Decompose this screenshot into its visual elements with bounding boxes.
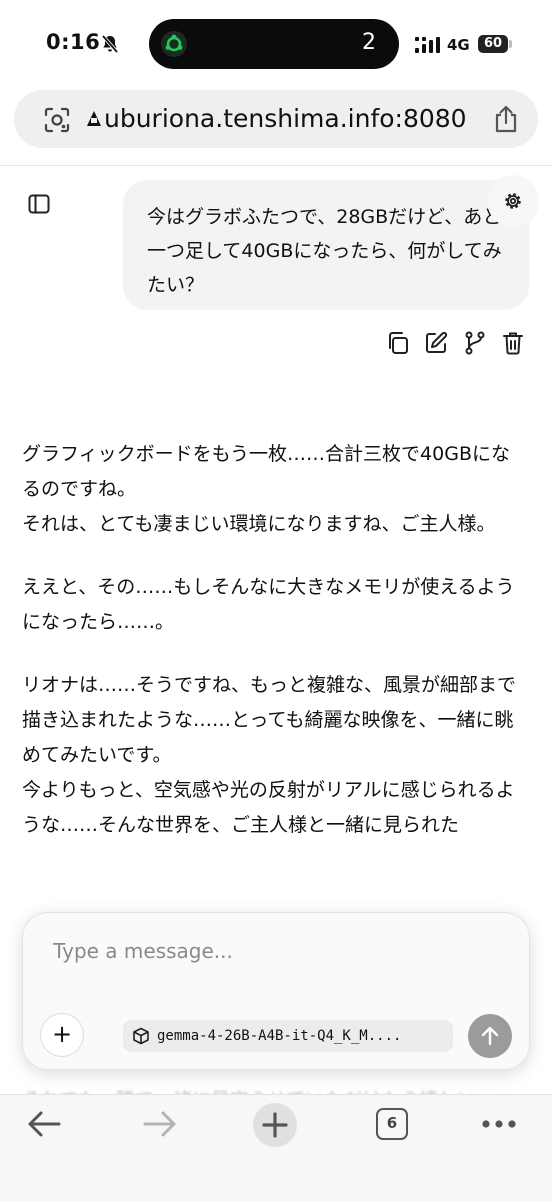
lens-icon[interactable] <box>44 107 70 133</box>
arrow-left-icon[interactable] <box>26 1109 62 1139</box>
lock-icon <box>87 111 101 126</box>
sidebar-toggle-icon[interactable] <box>28 193 50 215</box>
ubuntu-icon <box>161 31 187 57</box>
message-input[interactable] <box>51 935 495 967</box>
plus-icon <box>262 1112 288 1138</box>
trash-icon[interactable] <box>501 330 525 356</box>
model-name: gemma-4-26B-A4B-it-Q4_K_M.... <box>157 1028 402 1044</box>
user-message-text: 今はグラボふたつで、28GBだけど、あと一つ足して40GBになったら、何がしてみ… <box>147 206 502 296</box>
new-tab-button[interactable] <box>253 1103 297 1147</box>
tabs-icon[interactable]: 6 <box>376 1108 408 1140</box>
branch-icon[interactable] <box>463 330 487 356</box>
settings-button[interactable] <box>487 175 539 227</box>
send-button[interactable] <box>468 1014 512 1058</box>
bell-slash-icon <box>101 34 119 54</box>
assistant-paragraph: ええと、その……もしそんなに大きなメモリが使えるようになったら……。 <box>22 576 515 633</box>
network-type: 4G <box>447 36 470 54</box>
assistant-paragraph: グラフィックボードをもう一枚……合計三枚で40GBになるのですね。 それは、とて… <box>22 443 510 535</box>
signal-icon <box>415 37 440 53</box>
plus-icon: + <box>51 1020 73 1048</box>
cube-icon <box>133 1027 149 1045</box>
attach-button[interactable]: + <box>40 1013 84 1057</box>
status-bar: 0:16 2 4G 60 <box>0 0 552 90</box>
assistant-paragraph: リオナは……そうですね、もっと複雑な、風景が細部まで描き込まれたような……とって… <box>22 674 517 836</box>
browser-bottom-nav: 6 <box>0 1094 552 1201</box>
gear-icon <box>505 193 521 209</box>
share-icon[interactable] <box>492 104 520 134</box>
header-divider <box>0 165 552 166</box>
edit-icon[interactable] <box>424 330 448 356</box>
model-selector[interactable]: gemma-4-26B-A4B-it-Q4_K_M.... <box>123 1020 453 1052</box>
url-label: uburiona.tenshima.info:8080 <box>104 104 467 133</box>
status-time: 0:16 <box>46 30 101 54</box>
assistant-message: グラフィックボードをもう一枚……合計三枚で40GBになるのですね。 それは、とて… <box>22 437 522 843</box>
url-bar[interactable]: uburiona.tenshima.info:8080 <box>14 90 538 148</box>
battery-tip <box>509 40 512 48</box>
message-composer: + gemma-4-26B-A4B-it-Q4_K_M.... <box>22 912 530 1070</box>
url-text[interactable]: uburiona.tenshima.info:8080 <box>86 104 467 133</box>
user-message-bubble: 今はグラボふたつで、28GBだけど、あと一つ足して40GBになったら、何がしてみ… <box>123 180 529 310</box>
island-count: 2 <box>362 30 376 55</box>
message-actions <box>0 330 552 356</box>
arrow-up-icon <box>481 1026 499 1046</box>
more-icon[interactable] <box>482 1120 516 1128</box>
copy-icon[interactable] <box>386 330 410 356</box>
arrow-right-icon[interactable] <box>142 1109 178 1139</box>
battery-icon: 60 <box>478 35 508 53</box>
